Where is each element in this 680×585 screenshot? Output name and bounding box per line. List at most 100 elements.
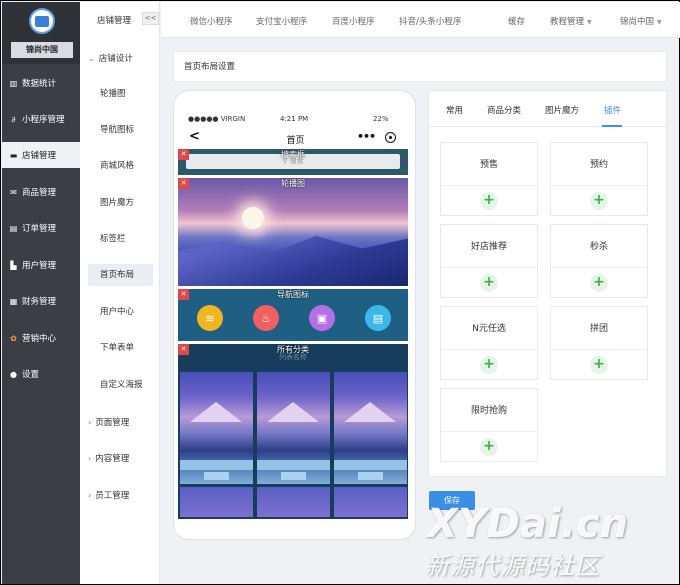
group-content-manage[interactable]: › 内容管理 (88, 452, 129, 465)
sidebar-item-finance[interactable]: ▦ 财务管理 (2, 288, 80, 314)
tab-goods-category[interactable]: 商品分类 (487, 104, 521, 116)
gift-icon: ▣ (309, 305, 335, 331)
category-image (334, 487, 407, 517)
plugin-card-time-limited[interactable]: 限时抢购 + (440, 388, 538, 462)
plugin-label: 拼团 (589, 324, 608, 334)
top-nav-baidu[interactable]: 百度小程序 (332, 15, 375, 27)
tab-image-cube[interactable]: 图片魔方 (545, 104, 579, 116)
sub-item-home-layout[interactable]: 首页布局 (88, 264, 153, 286)
sidebar-item-users[interactable]: ▙ 用户管理 (2, 252, 80, 278)
flower-icon: ✿ (10, 333, 17, 343)
delete-icon[interactable]: ✕ (178, 289, 189, 300)
delete-icon[interactable]: ✕ (178, 149, 189, 160)
add-icon[interactable]: + (480, 438, 498, 456)
group-page-manage[interactable]: › 页面管理 (88, 416, 129, 429)
module-label: 轮播图 (281, 179, 305, 188)
group-staff-manage[interactable]: › 员工管理 (88, 489, 130, 502)
sub-item-custom-poster[interactable]: 自定义海报 (88, 374, 153, 396)
add-icon[interactable]: + (480, 274, 498, 292)
chevron-down-icon: ▼ (657, 19, 662, 26)
sidebar-item-label: 设置 (22, 370, 40, 380)
plugin-card-good-shop[interactable]: 好店推荐 + (440, 224, 538, 298)
sidebar-item-orders[interactable]: ▤ 订单管理 (2, 215, 80, 241)
group-label: 店铺设计 (98, 54, 133, 64)
add-icon[interactable]: + (590, 356, 608, 374)
module-banner[interactable]: 轮播图 ✕ (178, 178, 408, 286)
top-nav-cache[interactable]: 缓存 (508, 15, 525, 27)
module-search[interactable]: ⚲ 搜索 搜索框 ✕ (178, 149, 408, 175)
carrier-text: ●●●●● VIRGIN (188, 115, 246, 123)
sidebar-item-shop[interactable]: ▬ 店铺管理 (2, 142, 80, 168)
delete-icon[interactable]: ✕ (178, 178, 189, 189)
top-nav-account[interactable]: 锦尚中国 ▼ (620, 15, 662, 27)
plugin-card-reservation[interactable]: 预约 + (550, 142, 648, 216)
chart-icon: ▥ (9, 78, 18, 88)
module-category[interactable]: 所有分类 列表名称 ✕ (178, 344, 408, 519)
plugin-card-group-buy[interactable]: 拼团 + (550, 306, 648, 380)
plugin-card-n-yuan[interactable]: N元任选 + (440, 306, 538, 380)
plugin-card-presale[interactable]: 预售 + (440, 142, 538, 216)
group-label: 员工管理 (95, 491, 130, 501)
mountain-image (178, 236, 408, 286)
module-nav-icons[interactable]: 导航图标 ✕ ≋ ♨ ▣ ▤ (178, 289, 408, 341)
component-tabs: 常用 商品分类 图片魔方 插件 (429, 91, 666, 127)
sub-item-order-form[interactable]: 下单表单 (88, 337, 153, 359)
logo-area: 锦尚中国 (2, 2, 80, 64)
sun-image (242, 207, 264, 229)
add-icon[interactable]: + (590, 192, 608, 210)
sidebar-item-miniprogram[interactable]: ∂ 小程序管理 (2, 106, 80, 132)
top-nav-tutorial[interactable]: 教程管理 ▼ (550, 15, 592, 27)
chevron-down-icon: ⌄ (88, 53, 95, 63)
logo-icon (29, 8, 55, 34)
user-icon: ▙ (10, 260, 17, 270)
main-sidebar: 锦尚中国 ▥ 数据统计 ∂ 小程序管理 ▬ 店铺管理 ✉ 商品管理 ▤ 订单管理 ▙ 用户管… (2, 2, 80, 584)
sub-item-image-cube[interactable]: 图片魔方 (88, 192, 153, 214)
more-icon[interactable]: ••• (357, 130, 376, 143)
sidebar-item-label: 营销中心 (22, 334, 57, 344)
add-icon[interactable]: + (480, 356, 498, 374)
sub-item-nav-icons[interactable]: 导航图标 (88, 119, 153, 141)
shop-icon: ▬ (9, 150, 18, 160)
module-label: 导航图标 (277, 290, 309, 299)
sidebar-item-goods[interactable]: ✉ 商品管理 (2, 179, 80, 205)
sidebar-item-label: 订单管理 (22, 224, 57, 234)
plugin-card-flash-sale[interactable]: 秒杀 + (550, 224, 648, 298)
category-image (180, 487, 253, 517)
plugin-label: N元任选 (472, 324, 506, 334)
sidebar-item-label: 店铺管理 (22, 151, 57, 161)
add-icon[interactable]: + (480, 192, 498, 210)
collapse-button[interactable]: << (142, 12, 159, 25)
sub-item-user-center[interactable]: 用户中心 (88, 301, 153, 323)
category-image (257, 487, 330, 517)
plugin-label: 预约 (589, 160, 608, 170)
sidebar-item-label: 商品管理 (22, 188, 57, 198)
tab-common[interactable]: 常用 (446, 104, 463, 116)
active-tab-indicator (602, 125, 622, 127)
top-nav-label: 锦尚中国 (620, 17, 655, 27)
phone-title-bar: < 首页 ••• (182, 129, 409, 149)
delete-icon[interactable]: ✕ (178, 344, 189, 355)
layers-icon: ≋ (197, 305, 223, 331)
document-icon: ▤ (365, 305, 391, 331)
top-nav-alipay[interactable]: 支付宝小程序 (256, 15, 307, 27)
top-nav-douyin[interactable]: 抖音/头条小程序 (399, 15, 461, 27)
add-icon[interactable]: + (590, 274, 608, 292)
plugin-label: 秒杀 (589, 242, 608, 252)
sidebar-item-settings[interactable]: ● 设置 (2, 361, 80, 387)
sub-item-carousel[interactable]: 轮播图 (88, 83, 153, 105)
sub-item-mall-style[interactable]: 商城风格 (88, 155, 153, 177)
category-image (257, 372, 330, 484)
module-sublabel: 列表名称 (279, 353, 307, 361)
battery-text: 22% (373, 115, 389, 123)
top-nav-wechat[interactable]: 微信小程序 (190, 15, 233, 27)
page-title: 首页布局设置 (173, 51, 667, 82)
sub-item-tabbar[interactable]: 标签栏 (88, 228, 153, 250)
sidebar-item-stats[interactable]: ▥ 数据统计 (2, 70, 80, 96)
link-icon: ∂ (11, 114, 16, 124)
record-icon[interactable] (385, 132, 396, 143)
category-image (180, 372, 253, 484)
group-shop-design[interactable]: ⌄ 店铺设计 (88, 52, 133, 65)
tab-plugins[interactable]: 插件 (604, 104, 621, 116)
sidebar-item-marketing[interactable]: ✿ 营销中心 (2, 325, 80, 351)
clock-text: 4:21 PM (280, 115, 309, 123)
